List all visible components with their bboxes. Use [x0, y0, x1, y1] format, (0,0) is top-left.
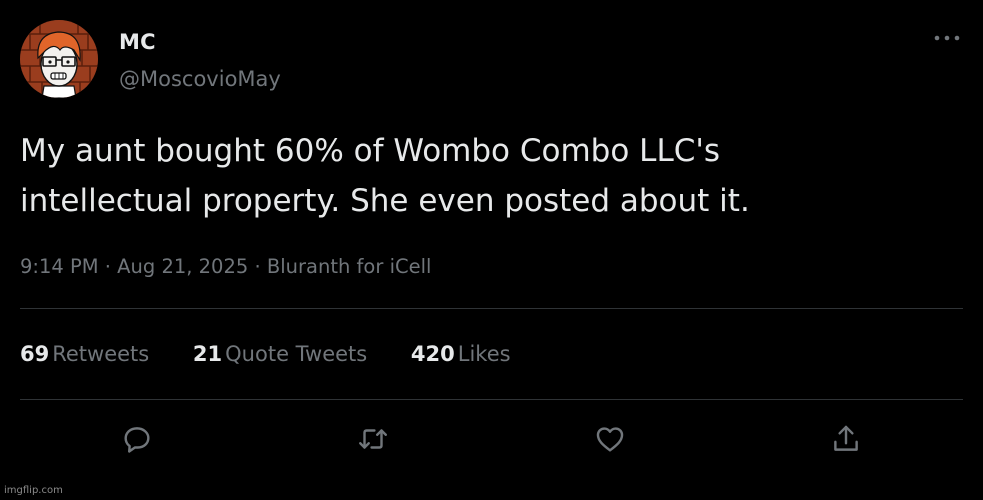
- reply-button[interactable]: [120, 422, 154, 456]
- likes-stat[interactable]: 420 Likes: [411, 342, 511, 366]
- retweet-button[interactable]: [356, 422, 390, 456]
- tweet-meta[interactable]: 9:14 PM · Aug 21, 2025 · Bluranth for iC…: [20, 255, 431, 278]
- tweet-text-line: intellectual property. She even posted a…: [20, 183, 750, 219]
- retweet-icon: [359, 429, 387, 449]
- quote-tweets-stat[interactable]: 21 Quote Tweets: [193, 342, 367, 366]
- display-name[interactable]: MC: [119, 30, 156, 54]
- likes-count: 420: [410, 342, 455, 366]
- share-button[interactable]: [829, 422, 863, 456]
- avatar-icon: [20, 20, 98, 98]
- reply-icon: [124, 427, 150, 453]
- tweet-text-line: My aunt bought 60% of Wombo Combo LLC's: [20, 133, 721, 169]
- quote-tweets-label: Quote Tweets: [225, 342, 368, 366]
- tweet-stats: 69 Retweets 21 Quote Tweets 420 Likes: [20, 342, 548, 366]
- user-handle[interactable]: @MoscovioMay: [119, 67, 281, 91]
- likes-label: Likes: [457, 342, 511, 366]
- like-button[interactable]: [593, 422, 627, 456]
- share-icon: [834, 425, 858, 451]
- like-icon: [596, 427, 624, 452]
- avatar[interactable]: [20, 20, 98, 98]
- quote-tweets-count: 21: [192, 342, 223, 366]
- watermark: imgflip.com: [4, 485, 63, 496]
- retweets-count: 69: [20, 342, 50, 366]
- retweets-label: Retweets: [52, 342, 150, 366]
- retweets-stat[interactable]: 69 Retweets: [20, 342, 149, 366]
- tweet-text: My aunt bought 60% of Wombo Combo LLC's …: [20, 126, 920, 226]
- divider: [20, 399, 963, 400]
- divider: [20, 308, 963, 309]
- more-options-icon[interactable]: [930, 27, 964, 49]
